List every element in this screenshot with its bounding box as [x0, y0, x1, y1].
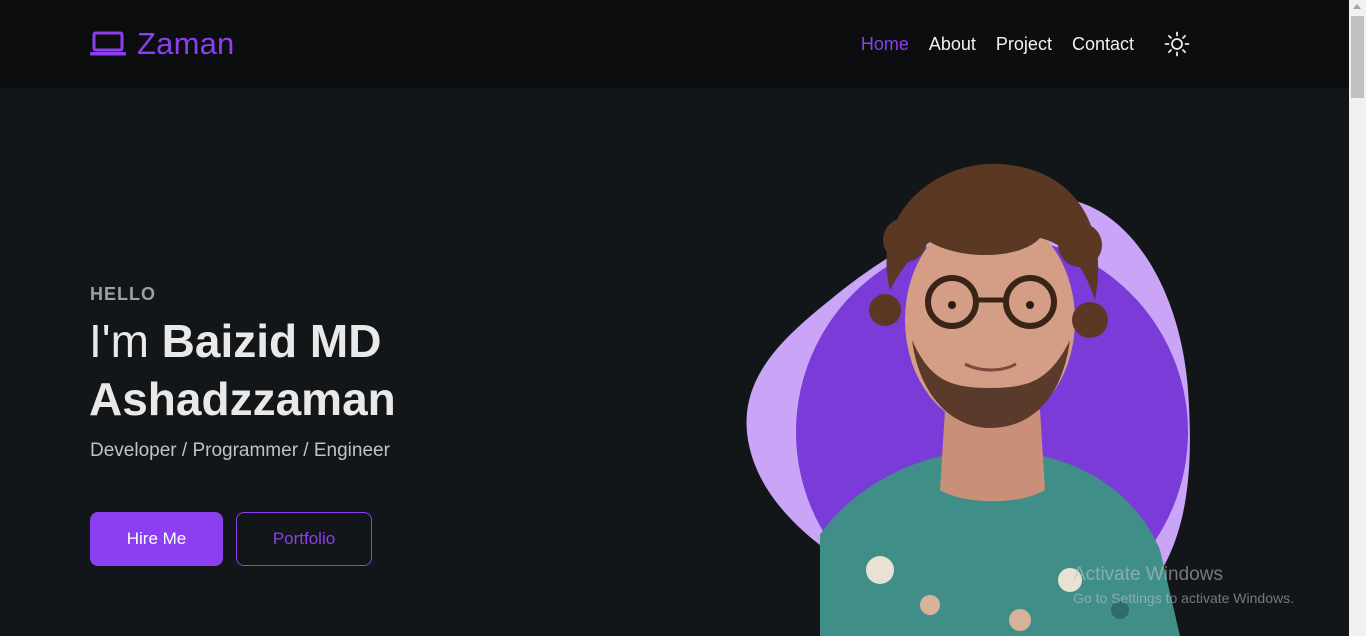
scroll-up-arrow-icon[interactable]	[1353, 4, 1361, 9]
main-nav: Home About Project Contact	[841, 31, 1190, 57]
site-header: Zaman Home About Project Contact	[0, 0, 1349, 88]
watermark-title: Activate Windows	[1073, 564, 1223, 585]
brand-logo[interactable]: Zaman	[89, 24, 234, 64]
hero-roles: Developer / Programmer / Engineer	[90, 440, 390, 461]
brand-name: Zaman	[137, 26, 235, 61]
hero-title: I'm Baizid MD Ashadzzaman	[89, 312, 529, 428]
portfolio-button[interactable]: Portfolio	[236, 512, 372, 566]
nav-about-link[interactable]: About	[929, 34, 976, 55]
page-scrollbar[interactable]	[1349, 0, 1366, 636]
sun-icon[interactable]	[1164, 31, 1190, 57]
watermark-subtitle: Go to Settings to activate Windows.	[1073, 590, 1294, 606]
scroll-thumb[interactable]	[1351, 16, 1364, 98]
nav-contact-link[interactable]: Contact	[1072, 34, 1134, 55]
nav-project-link[interactable]: Project	[996, 34, 1052, 55]
page: Zaman Home About Project Contact HELLO I…	[0, 0, 1366, 636]
hire-me-button[interactable]: Hire Me	[90, 512, 223, 566]
hero-greeting: HELLO	[90, 284, 156, 304]
windows-activation-watermark: Activate Windows Go to Settings to activ…	[1073, 564, 1294, 606]
laptop-icon	[90, 31, 126, 56]
nav-home-link[interactable]: Home	[861, 34, 909, 55]
hero-intro: I'm	[89, 315, 149, 367]
